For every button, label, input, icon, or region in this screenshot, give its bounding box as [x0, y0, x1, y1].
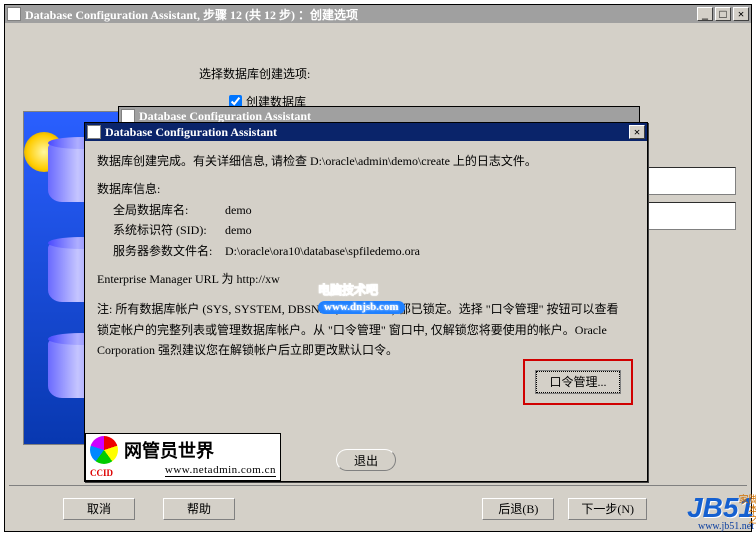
netadmin-logo-icon [90, 436, 118, 464]
help-button[interactable]: 帮助 [163, 498, 235, 520]
completion-message: 数据库创建完成。有关详细信息, 请检查 D:\oracle\admin\demo… [97, 151, 635, 171]
next-button[interactable]: 下一步(N) [568, 498, 647, 520]
netadmin-watermark: 网管员世界 CCID www.netadmin.com.cn [85, 433, 281, 481]
password-management-button[interactable]: 口令管理... [536, 371, 620, 393]
cancel-button[interactable]: 取消 [63, 498, 135, 520]
app-icon [121, 109, 135, 123]
app-icon [7, 7, 21, 21]
wizard-title: Database Configuration Assistant, 步骤 12 … [25, 6, 697, 23]
completion-dialog: Database Configuration Assistant × 数据库创建… [84, 122, 648, 482]
wizard-button-bar: 取消 帮助 后退(B) 下一步(N) [9, 485, 747, 523]
exit-button[interactable]: 退出 [336, 449, 396, 471]
dialog-body: 数据库创建完成。有关详细信息, 请检查 D:\oracle\admin\demo… [91, 145, 641, 441]
db-info-row: 系统标识符 (SID): demo [97, 220, 635, 240]
password-note: 注: 所有数据库帐户 (SYS, SYSTEM, DBSNMP, SYSMAN)… [97, 299, 635, 360]
db-info-heading: 数据库信息: [97, 179, 635, 199]
spfile-value: D:\oracle\ora10\database\spfiledemo.ora [225, 241, 635, 261]
wizard-titlebar: Database Configuration Assistant, 步骤 12 … [5, 5, 751, 23]
global-db-name-label: 全局数据库名: [97, 200, 225, 220]
netadmin-brand: 网管员世界 [124, 437, 214, 463]
netadmin-url: www.netadmin.com.cn [165, 464, 276, 477]
db-info-row: 全局数据库名: demo [97, 200, 635, 220]
minimize-button[interactable]: _ [697, 7, 713, 21]
ccid-label: CCID [90, 468, 113, 478]
dialog-title: Database Configuration Assistant [105, 125, 629, 140]
em-url-line: Enterprise Manager URL 为 http://xw [97, 269, 635, 289]
highlighted-area: 口令管理... [523, 359, 633, 405]
spfile-label: 服务器参数文件名: [97, 241, 225, 261]
app-icon [87, 125, 101, 139]
page-heading: 选择数据库创建选项: [199, 65, 310, 82]
db-info-row: 服务器参数文件名: D:\oracle\ora10\database\spfil… [97, 241, 635, 261]
back-button[interactable]: 后退(B) [482, 498, 554, 520]
dialog-titlebar: Database Configuration Assistant × [85, 123, 647, 141]
maximize-button[interactable]: □ [715, 7, 731, 21]
close-button[interactable]: × [629, 125, 645, 139]
sid-value: demo [225, 220, 635, 240]
global-db-name-value: demo [225, 200, 635, 220]
sid-label: 系统标识符 (SID): [97, 220, 225, 240]
close-button[interactable]: × [733, 7, 749, 21]
